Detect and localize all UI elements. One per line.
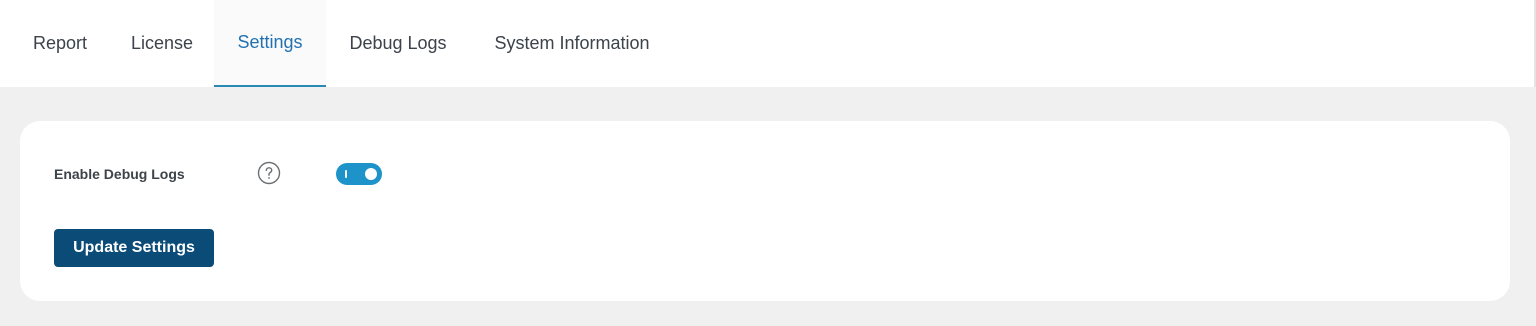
tab-report[interactable]: Report (21, 0, 99, 87)
settings-card: Enable Debug Logs Update Settings (20, 121, 1510, 301)
tab-system-information[interactable]: System Information (482, 0, 662, 87)
tab-debug-logs[interactable]: Debug Logs (339, 0, 457, 87)
tab-license[interactable]: License (122, 0, 202, 87)
help-icon[interactable] (257, 161, 281, 185)
update-settings-button[interactable]: Update Settings (54, 229, 214, 267)
toggle-knob (365, 168, 377, 180)
toggle-on-indicator (345, 170, 347, 178)
debug-logs-toggle[interactable] (336, 163, 382, 185)
tab-settings[interactable]: Settings (214, 0, 326, 87)
enable-debug-logs-label: Enable Debug Logs (54, 166, 185, 182)
tab-bar: Report License Settings Debug Logs Syste… (0, 0, 1536, 87)
